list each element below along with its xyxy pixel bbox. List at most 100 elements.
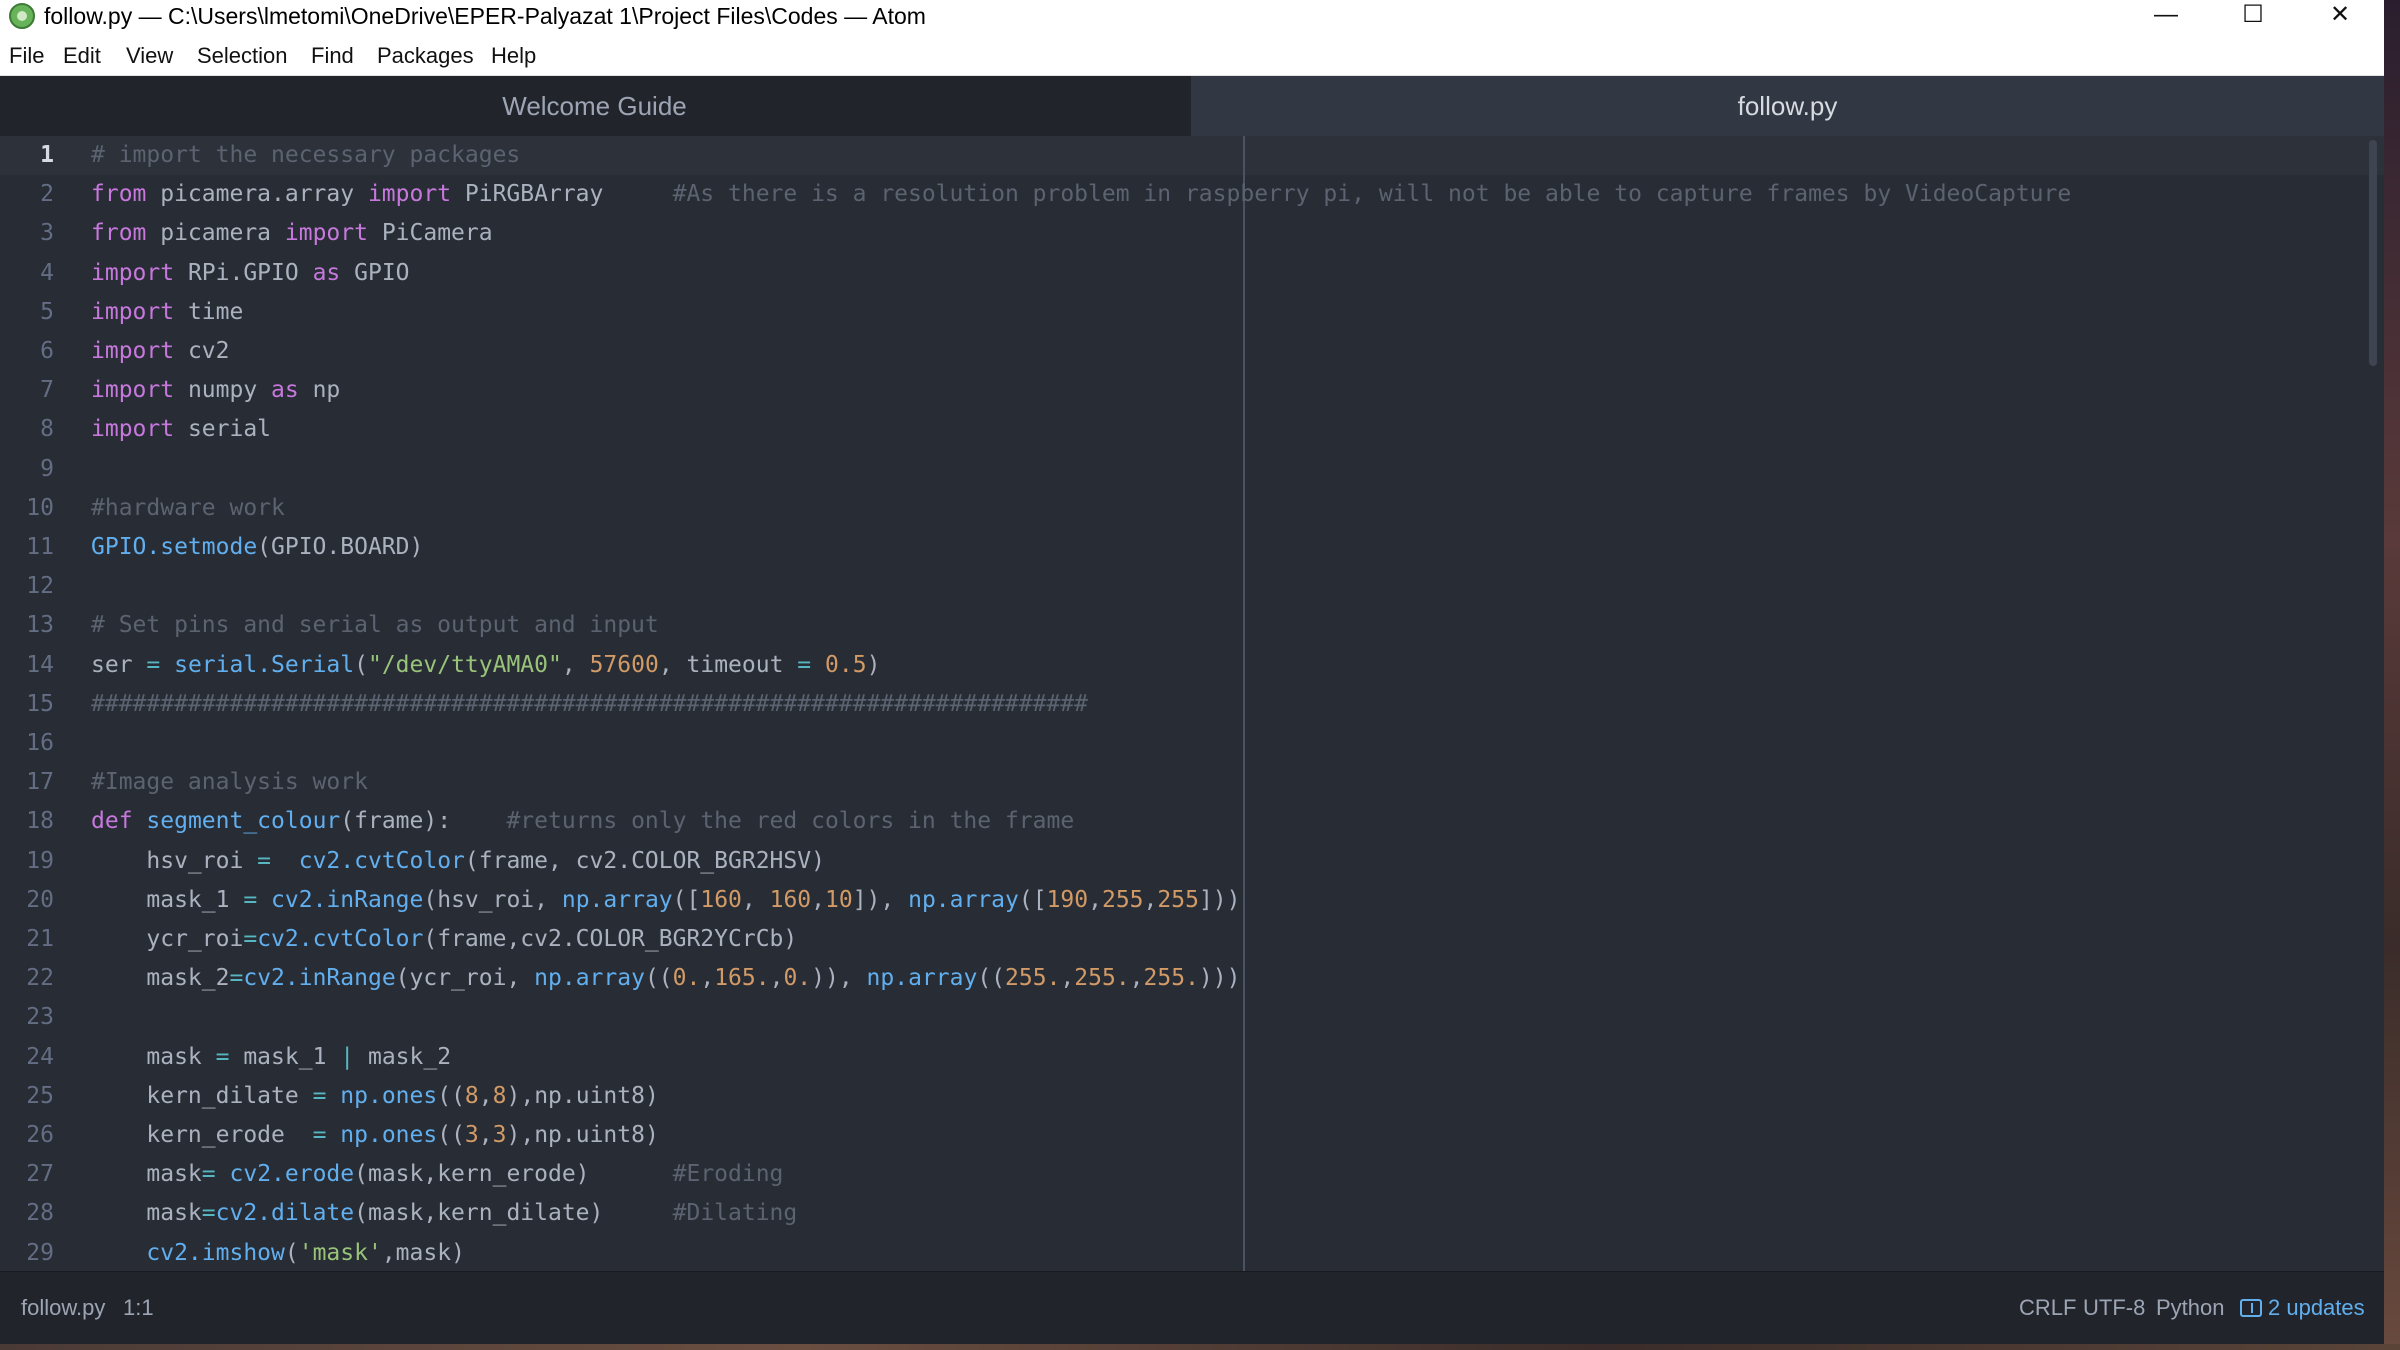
minimize-button[interactable]: —	[2123, 0, 2209, 36]
code-token: #Dilating	[672, 1200, 798, 1226]
code-token: 8	[492, 1083, 507, 1109]
scrollbar-thumb[interactable]	[2369, 140, 2377, 366]
menu-help[interactable]: Help	[491, 41, 536, 71]
code-line[interactable]: mask_2=cv2.inRange(ycr_roi, np.array((0.…	[91, 959, 1240, 998]
menu-view[interactable]: View	[126, 41, 173, 71]
code-token: mask_2	[354, 1044, 452, 1070]
code-token: , timeout	[658, 652, 798, 678]
tab-bar: Welcome Guide follow.py	[0, 76, 2384, 136]
code-token: )))	[1198, 965, 1241, 991]
code-token: (frame, cv2.COLOR_BGR2HSV)	[464, 848, 825, 874]
code-line[interactable]: import RPi.GPIO as GPIO	[91, 254, 410, 293]
code-line[interactable]: mask= cv2.erode(mask,kern_erode) #Erodin…	[91, 1155, 783, 1194]
code-token: segment_colour	[146, 808, 341, 834]
code-token: ,	[1060, 965, 1075, 991]
code-token: 255.	[1074, 965, 1130, 991]
code-token: hsv_roi	[91, 848, 258, 874]
code-token: cv2.cvtColor	[257, 926, 424, 952]
code-line[interactable]: ser = serial.Serial("/dev/ttyAMA0", 5760…	[91, 646, 880, 685]
code-token: mask	[91, 1044, 216, 1070]
code-token: ),np.uint8)	[506, 1122, 659, 1148]
code-token: 10	[825, 887, 853, 913]
code-token: kern_erode	[91, 1122, 313, 1148]
vertical-scrollbar[interactable]	[2367, 136, 2379, 1271]
code-token: 165.	[714, 965, 770, 991]
code-token: (frame):	[340, 808, 507, 834]
code-line[interactable]: # import the necessary packages	[91, 136, 520, 175]
line-number: 28	[26, 1200, 54, 1226]
tab-welcome-guide[interactable]: Welcome Guide	[0, 76, 1189, 136]
code-token: GPIO.setmode	[91, 534, 258, 560]
code-line[interactable]: from picamera.array import PiRGBArray #A…	[91, 175, 2071, 214]
code-line[interactable]: import cv2	[91, 332, 229, 371]
code-token: (mask,kern_dilate)	[354, 1200, 673, 1226]
package-icon	[2240, 1299, 2262, 1317]
code-token: ,mask)	[381, 1240, 465, 1266]
code-token: PiRGBArray	[451, 181, 673, 207]
menu-selection[interactable]: Selection	[197, 41, 288, 71]
code-line[interactable]: import serial	[91, 410, 271, 449]
line-number: 7	[40, 377, 54, 403]
status-line-ending[interactable]: CRLF	[2019, 1293, 2076, 1323]
code-line[interactable]: # Set pins and serial as output and inpu…	[91, 606, 659, 645]
code-line[interactable]: #hardware work	[91, 489, 285, 528]
code-token: # import the necessary packages	[91, 142, 521, 168]
code-token: (frame,cv2.COLOR_BGR2YCrCb)	[423, 926, 798, 952]
menu-packages[interactable]: Packages	[377, 41, 474, 71]
status-updates[interactable]: 2 updates	[2240, 1293, 2365, 1323]
line-number-gutter: 1 2 3 4 5 6 7 8 9 10 11 12 13 14 15 16 17 18 19 20 21 22 23 24 2…	[0, 136, 70, 1271]
code-token: PiCamera	[367, 220, 493, 246]
code-token: time	[174, 299, 244, 325]
code-line[interactable]: cv2.imshow('mask',mask)	[91, 1234, 465, 1271]
code-line[interactable]: from picamera import PiCamera	[91, 214, 493, 253]
code-token: 160	[769, 887, 812, 913]
menu-file[interactable]: File	[9, 41, 44, 71]
status-grammar[interactable]: Python	[2156, 1293, 2225, 1323]
code-token: ((	[977, 965, 1006, 991]
code-line[interactable]: mask=cv2.dilate(mask,kern_dilate) #Dilat…	[91, 1194, 797, 1233]
menu-bar: File Edit View Selection Find Packages H…	[0, 36, 2384, 76]
code-token: mask_2	[91, 965, 230, 991]
code-line[interactable]: ycr_roi=cv2.cvtColor(frame,cv2.COLOR_BGR…	[91, 920, 797, 959]
menu-edit[interactable]: Edit	[63, 41, 101, 71]
code-token: =	[312, 1122, 327, 1148]
close-button[interactable]: ✕	[2297, 0, 2383, 36]
code-line[interactable]: ########################################…	[91, 685, 1088, 724]
code-line[interactable]: kern_dilate = np.ones((8,8),np.uint8)	[91, 1077, 658, 1116]
code-token: ,	[811, 887, 825, 913]
code-token: ]),	[852, 887, 909, 913]
code-token: ,	[1129, 965, 1144, 991]
code-token: #Image analysis work	[91, 769, 368, 795]
code-line[interactable]: GPIO.setmode(GPIO.BOARD)	[91, 528, 423, 567]
code-line[interactable]: import time	[91, 293, 243, 332]
code-line[interactable]: def segment_colour(frame): #returns only…	[91, 802, 1074, 841]
maximize-button[interactable]: ☐	[2210, 0, 2296, 36]
line-number: 12	[26, 573, 54, 599]
code-token: ycr_roi	[91, 926, 244, 952]
menu-find[interactable]: Find	[311, 41, 354, 71]
code-line[interactable]: mask = mask_1 | mask_2	[91, 1038, 451, 1077]
code-line[interactable]: #Image analysis work	[91, 763, 368, 802]
code-token: ([	[672, 887, 701, 913]
code-token: import	[284, 220, 368, 246]
status-file-name[interactable]: follow.py	[21, 1293, 105, 1323]
code-line[interactable]: kern_erode = np.ones((3,3),np.uint8)	[91, 1116, 659, 1155]
status-cursor-position[interactable]: 1:1	[123, 1293, 154, 1323]
code-token: ,	[700, 965, 715, 991]
atom-app-icon	[9, 3, 35, 29]
code-line[interactable]: import numpy as np	[91, 371, 340, 410]
code-token: mask_1	[91, 887, 244, 913]
code-editor[interactable]: 1 2 3 4 5 6 7 8 9 10 11 12 13 14 15 16 17 18 19 20 21 22 23 24 2…	[0, 136, 2384, 1271]
code-token: 57600	[589, 652, 659, 678]
line-number: 21	[26, 926, 54, 952]
code-line[interactable]: hsv_roi = cv2.cvtColor(frame, cv2.COLOR_…	[91, 842, 825, 881]
tab-follow-py[interactable]: follow.py	[1191, 76, 2384, 136]
status-encoding[interactable]: UTF-8	[2083, 1293, 2145, 1323]
code-token: serial	[174, 416, 272, 442]
desktop-background-bottom	[0, 1344, 2400, 1350]
wrap-guide	[1243, 136, 1245, 1271]
code-line[interactable]: mask_1 = cv2.inRange(hsv_roi, np.array([…	[91, 881, 1240, 920]
